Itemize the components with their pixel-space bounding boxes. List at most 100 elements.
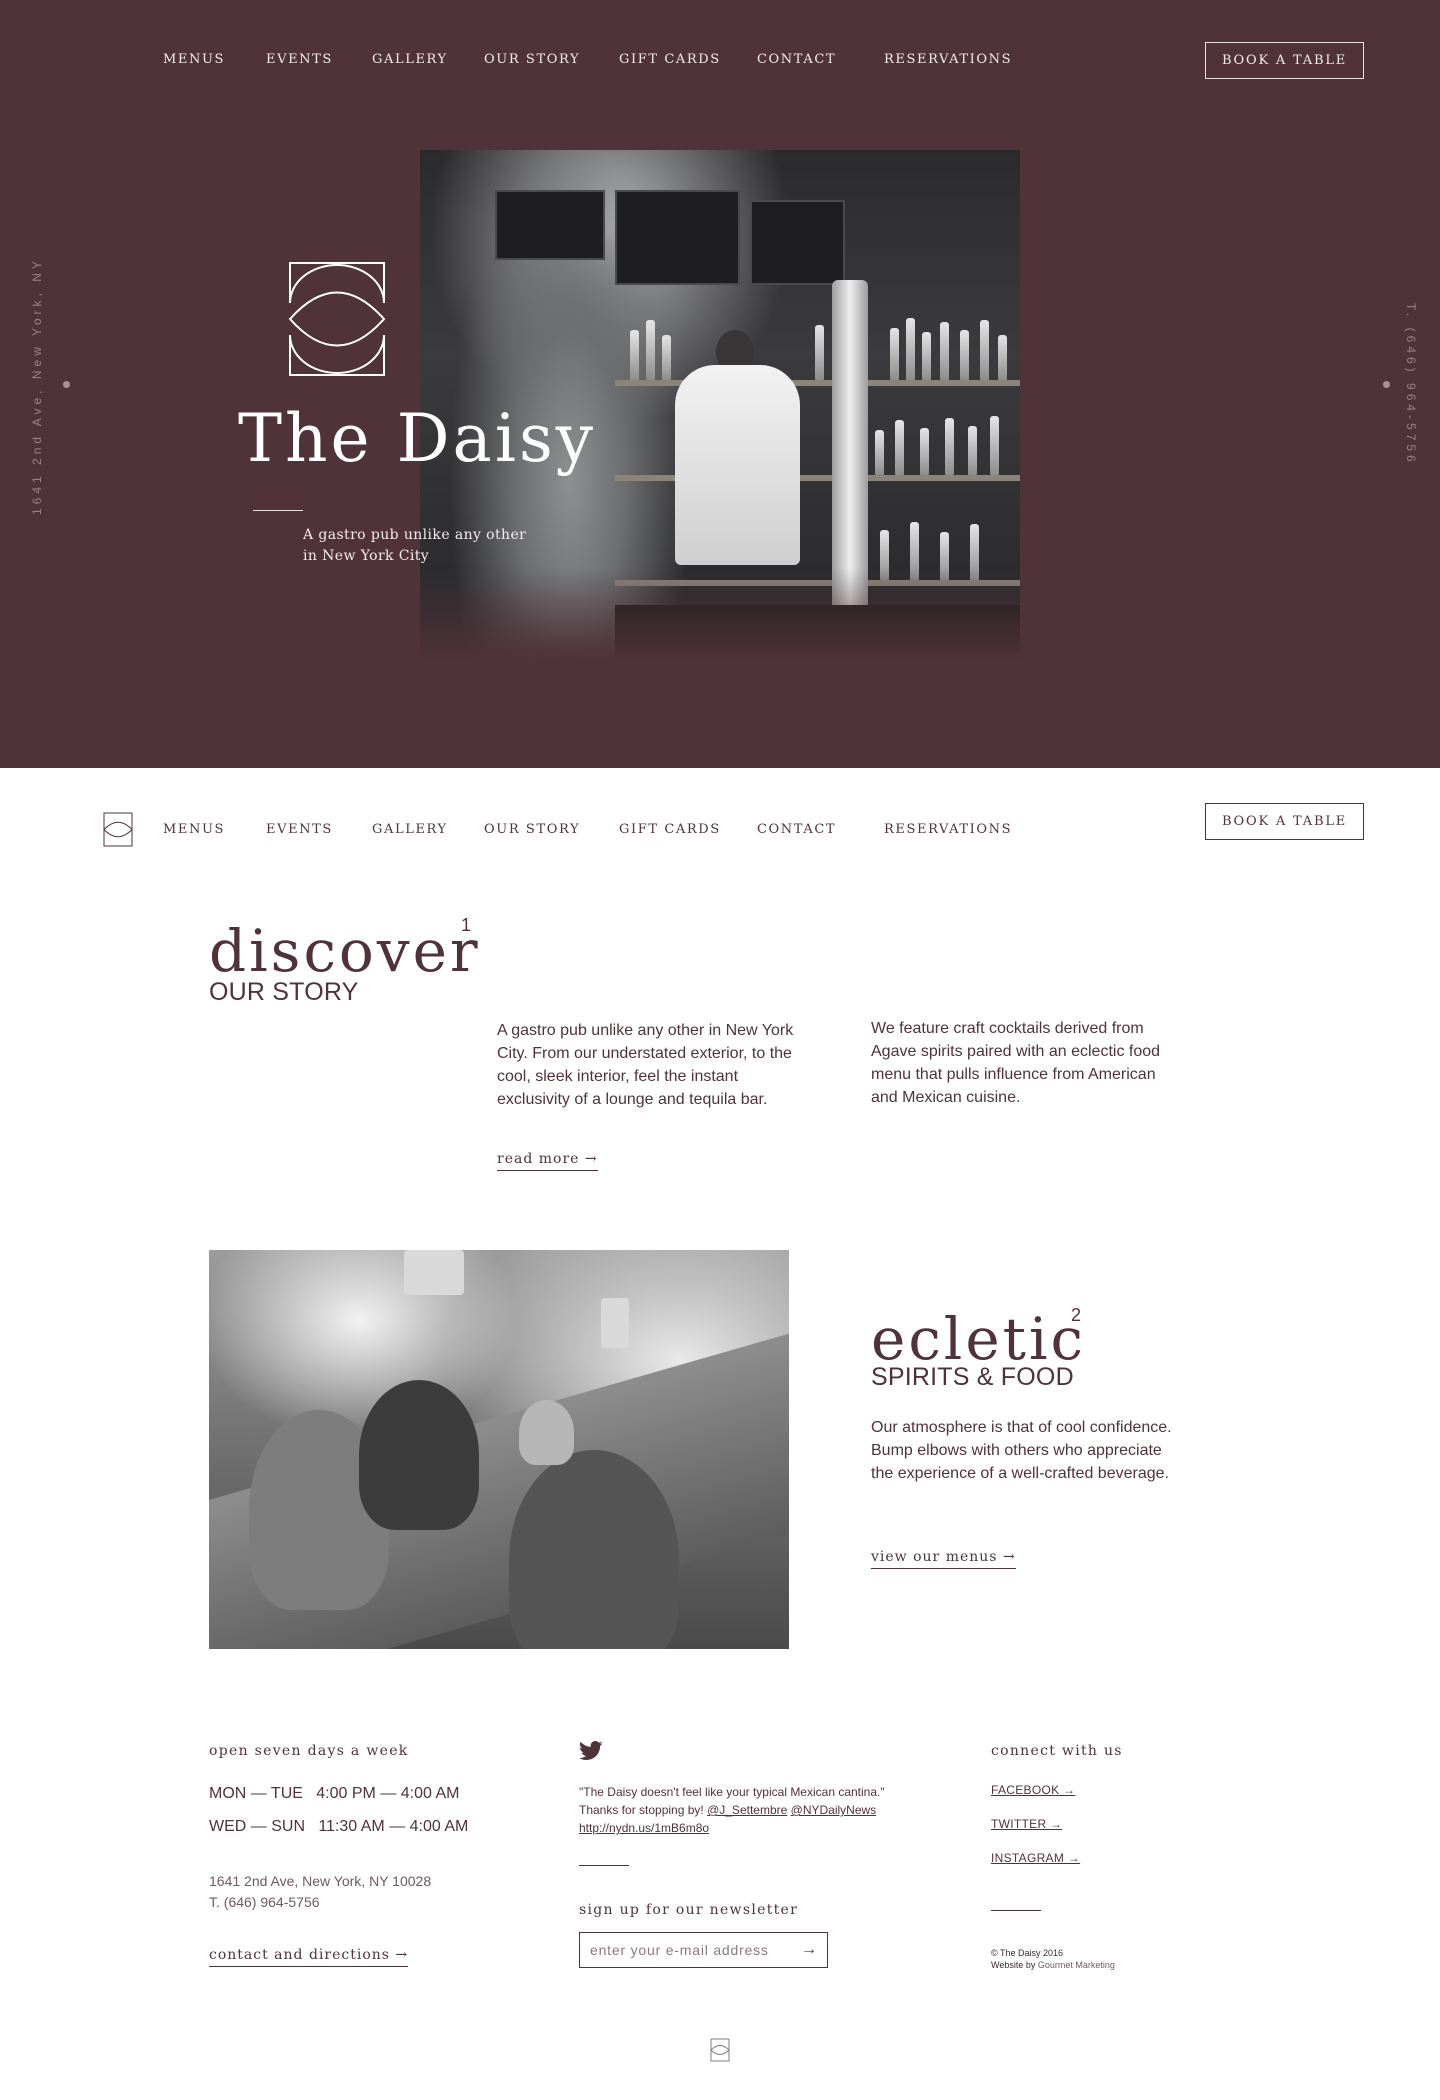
facebook-link[interactable]: FACEBOOK → bbox=[991, 1783, 1075, 1797]
bottle bbox=[940, 322, 949, 380]
book-table-button[interactable]: BOOK A TABLE bbox=[1205, 42, 1364, 79]
person bbox=[519, 1400, 574, 1465]
nav-item-gallery[interactable]: GALLERY bbox=[372, 52, 448, 67]
hours-row: MON — TUE 4:00 PM — 4:00 AM bbox=[209, 1785, 460, 1802]
tweet-url-link[interactable]: http://nydn.us/1mB6m8o bbox=[579, 1821, 709, 1835]
bartender bbox=[675, 365, 800, 565]
eclectic-subtitle: SPIRITS & FOOD bbox=[871, 1363, 1074, 1391]
pub-photo bbox=[209, 1250, 789, 1649]
bottle bbox=[922, 332, 931, 380]
side-dot-right bbox=[1383, 381, 1390, 388]
tweet: "The Daisy doesn't feel like your typica… bbox=[579, 1783, 919, 1837]
hours-row: WED — SUN 11:30 AM — 4:00 AM bbox=[209, 1818, 469, 1835]
nav-item-our-story[interactable]: OUR STORY bbox=[484, 822, 580, 837]
hours-open: 11:30 AM bbox=[318, 1818, 385, 1835]
tweet-handle-link[interactable]: @J_Settembre bbox=[707, 1803, 787, 1817]
footer-phone: T. (646) 964-5756 bbox=[209, 1894, 320, 1910]
hero-tagline-line2: in New York City bbox=[303, 548, 430, 564]
newsletter-heading: sign up for our newsletter bbox=[579, 1902, 799, 1918]
top-nav: MENUS EVENTS GALLERY OUR STORY GIFT CARD… bbox=[0, 0, 1440, 120]
chalkboard bbox=[495, 190, 605, 260]
bottle bbox=[980, 320, 989, 380]
hours-days: WED — SUN bbox=[209, 1818, 305, 1835]
shelf bbox=[615, 380, 1020, 386]
bar-counter bbox=[615, 605, 1020, 660]
twitter-link[interactable]: TWITTER → bbox=[991, 1817, 1062, 1831]
nav-item-menus[interactable]: MENUS bbox=[163, 52, 225, 67]
twitter-icon[interactable] bbox=[579, 1741, 603, 1761]
sticky-nav: MENUS EVENTS GALLERY OUR STORY GIFT CARD… bbox=[0, 768, 1440, 878]
hero-title: The Daisy bbox=[238, 400, 597, 477]
pendant-lamp bbox=[601, 1298, 629, 1348]
newsletter-submit-button[interactable]: → bbox=[801, 1941, 817, 1959]
bottle bbox=[968, 426, 977, 475]
bottle bbox=[630, 330, 639, 380]
side-dot-left bbox=[63, 381, 70, 388]
bottle bbox=[815, 325, 824, 380]
nav-item-reservations[interactable]: RESERVATIONS bbox=[884, 52, 1012, 67]
nav-item-events[interactable]: EVENTS bbox=[266, 822, 333, 837]
section-number: 2 bbox=[1071, 1305, 1082, 1325]
hero-section: MENUS EVENTS GALLERY OUR STORY GIFT CARD… bbox=[0, 0, 1440, 768]
hero-tagline: A gastro pub unlike any other in New Yor… bbox=[303, 525, 543, 567]
website-by-label: Website by bbox=[991, 1960, 1036, 1970]
book-table-button[interactable]: BOOK A TABLE bbox=[1205, 803, 1364, 840]
side-address: 1641 2nd Ave, New York, NY bbox=[30, 257, 44, 515]
bottle bbox=[662, 335, 671, 380]
bottle bbox=[998, 335, 1007, 380]
bottle bbox=[920, 428, 929, 475]
daisy-logo-icon[interactable] bbox=[710, 2038, 730, 2062]
directions-link[interactable]: contact and directions → bbox=[209, 1947, 409, 1967]
shelf bbox=[615, 580, 1020, 586]
view-menus-link[interactable]: view our menus → bbox=[871, 1549, 1016, 1569]
instagram-link[interactable]: INSTAGRAM → bbox=[991, 1851, 1080, 1865]
discover-paragraph-2: We feature craft cocktails derived from … bbox=[871, 1020, 1161, 1106]
bottle bbox=[990, 416, 999, 475]
tweet-thanks: Thanks for stopping by! bbox=[579, 1803, 704, 1817]
discover-heading: discover bbox=[209, 917, 481, 985]
nav-item-contact[interactable]: CONTACT bbox=[757, 822, 836, 837]
discover-subtitle: OUR STORY bbox=[209, 978, 359, 1006]
nav-item-gift-cards[interactable]: GIFT CARDS bbox=[619, 52, 721, 67]
hero-tagline-line1: A gastro pub unlike any other bbox=[303, 527, 527, 543]
bottle bbox=[945, 418, 954, 475]
newsletter-email-input[interactable] bbox=[590, 1942, 790, 1958]
chalkboard bbox=[750, 200, 845, 285]
credits: © The Daisy 2016 Website by Gourmet Mark… bbox=[991, 1947, 1115, 1971]
daisy-logo-icon[interactable] bbox=[103, 812, 133, 847]
hours-open: 4:00 PM bbox=[316, 1785, 376, 1802]
website-by-link[interactable]: Gourmet Marketing bbox=[1038, 1960, 1115, 1970]
nav-item-gift-cards[interactable]: GIFT CARDS bbox=[619, 822, 721, 837]
hours-close: 4:00 AM bbox=[409, 1818, 469, 1835]
nav-item-menus[interactable]: MENUS bbox=[163, 822, 225, 837]
bar-column bbox=[832, 280, 868, 640]
hours-close: 4:00 AM bbox=[400, 1785, 460, 1802]
bottle bbox=[890, 328, 899, 380]
newsletter-form: → bbox=[579, 1932, 828, 1968]
tweet-handle-link[interactable]: @NYDailyNews bbox=[791, 1803, 877, 1817]
hours-days: MON — TUE bbox=[209, 1785, 303, 1802]
nav-item-events[interactable]: EVENTS bbox=[266, 52, 333, 67]
nav-item-our-story[interactable]: OUR STORY bbox=[484, 52, 580, 67]
nav-item-contact[interactable]: CONTACT bbox=[757, 52, 836, 67]
bottle bbox=[906, 318, 915, 380]
nav-item-gallery[interactable]: GALLERY bbox=[372, 822, 448, 837]
hours-heading: open seven days a week bbox=[209, 1743, 409, 1759]
bottle bbox=[880, 530, 889, 580]
footer-address: 1641 2nd Ave, New York, NY 10028 bbox=[209, 1873, 432, 1889]
nav-item-reservations[interactable]: RESERVATIONS bbox=[884, 822, 1012, 837]
bottle bbox=[875, 430, 884, 475]
bottle bbox=[910, 522, 919, 580]
daisy-logo-icon bbox=[288, 262, 386, 376]
bottle bbox=[646, 320, 655, 380]
bottle bbox=[895, 420, 904, 475]
hero-divider bbox=[253, 510, 303, 511]
bottle bbox=[970, 524, 979, 580]
read-more-link[interactable]: read more → bbox=[497, 1151, 598, 1171]
connect-heading: connect with us bbox=[991, 1743, 1123, 1759]
pendant-lamp bbox=[404, 1250, 464, 1295]
discover-paragraph-1: A gastro pub unlike any other in New Yor… bbox=[497, 1022, 794, 1108]
person bbox=[359, 1380, 479, 1530]
divider bbox=[579, 1865, 629, 1866]
website-credit: Website by Gourmet Marketing bbox=[991, 1959, 1115, 1971]
